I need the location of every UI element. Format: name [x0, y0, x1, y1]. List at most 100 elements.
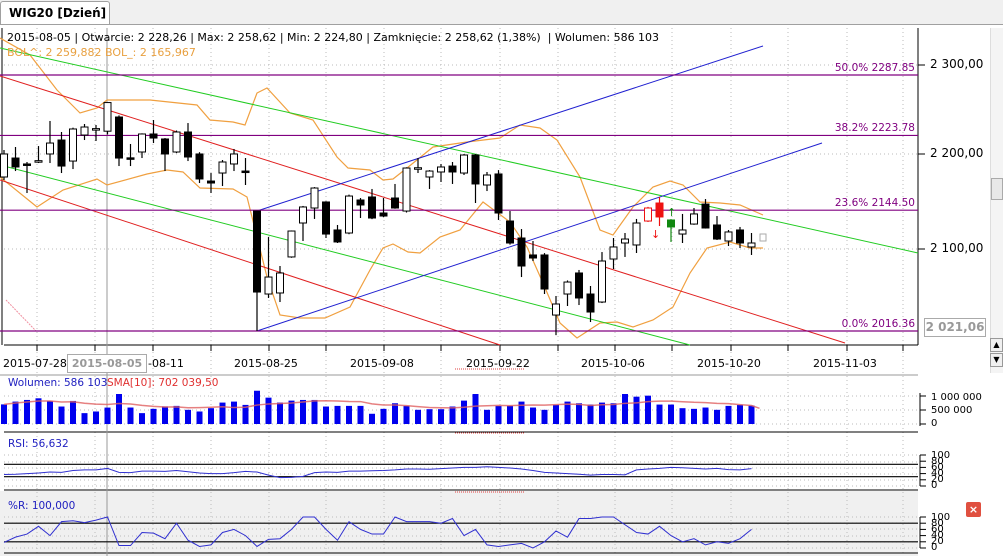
- volume-bar: [254, 390, 260, 424]
- candle-body: [92, 128, 100, 131]
- candle-body: [494, 173, 503, 214]
- bol-upper-value: BOL^: 2 259,882: [7, 46, 102, 59]
- volume-bar: [622, 394, 628, 424]
- candle-body: [23, 163, 31, 166]
- volume-bar: [380, 408, 387, 424]
- price-label: 2 200,00: [930, 146, 984, 160]
- volume-bar: [70, 400, 76, 424]
- vertical-scrollbar[interactable]: [990, 28, 1003, 373]
- scroll-down-button[interactable]: ▼: [990, 353, 1003, 367]
- volume-bar: [668, 404, 674, 424]
- candle-body: [483, 174, 491, 186]
- volume-bar: [438, 409, 444, 424]
- candle-body: [184, 131, 192, 158]
- candle-body: [506, 220, 514, 244]
- candle-body: [241, 170, 250, 174]
- candle-body: [368, 196, 376, 219]
- candle-body: [448, 165, 457, 173]
- volume-bar: [127, 407, 134, 424]
- candle-body: [575, 272, 583, 299]
- volume-bar: [24, 399, 30, 424]
- volume-label: Wolumen: 586 103: [8, 377, 108, 389]
- fibonacci-label: 50.0% 2287.85: [834, 62, 915, 74]
- volume-bar: [748, 405, 755, 424]
- candle: [460, 154, 468, 176]
- cursor-date-label: 2015-08-05: [67, 354, 147, 373]
- candle: [172, 130, 181, 154]
- volume-bar: [334, 405, 341, 424]
- candle-body: [437, 166, 445, 173]
- candle-body: [207, 180, 215, 184]
- cursor-price-label: 2 021,06: [924, 318, 986, 337]
- volume-bar: [196, 411, 203, 424]
- volume-bar: [369, 413, 375, 424]
- date-label: 2015-11-03: [813, 357, 877, 370]
- candle-body: [138, 133, 146, 153]
- volume-axis-label: 1 000 000: [931, 392, 982, 403]
- volume-bar: [725, 405, 732, 424]
- candle-body: [701, 203, 710, 229]
- volume-bar: [58, 406, 65, 424]
- volume-bar: [426, 409, 433, 424]
- info-open: Otwarcie: 2 228,26: [81, 31, 187, 44]
- candle-body: [0, 153, 8, 178]
- candle: [322, 201, 330, 238]
- volume-bar: [472, 394, 479, 424]
- williams-r-label: %R: 100,000: [8, 500, 76, 512]
- close-panel-icon[interactable]: ×: [966, 502, 981, 517]
- volume-bar: [173, 405, 180, 424]
- candle: [287, 230, 296, 258]
- candle-body: [264, 276, 273, 295]
- volume-axis-label: 500 000: [931, 405, 973, 416]
- volume-bar: [576, 403, 582, 424]
- candle-body: [126, 157, 135, 160]
- scroll-up-button[interactable]: ▲: [990, 338, 1003, 352]
- candle-body: [690, 213, 698, 225]
- candle-body: [230, 153, 238, 165]
- candle-body: [161, 138, 169, 155]
- candle-body: [632, 222, 641, 246]
- candle-body: [299, 206, 307, 224]
- candle: [0, 150, 8, 181]
- candle-body: [540, 254, 549, 290]
- volume-bar: [162, 406, 168, 424]
- candle-body: [529, 254, 537, 259]
- candle-body: [598, 260, 606, 303]
- candle: [540, 253, 549, 295]
- candle-body: [609, 246, 618, 260]
- volume-bar: [150, 408, 157, 424]
- candle-body: [471, 154, 480, 185]
- volume-bar: [599, 402, 605, 424]
- candle-body: [586, 293, 595, 313]
- volume-bar: [392, 403, 398, 424]
- candle: [103, 102, 112, 135]
- scrollbar-thumb[interactable]: [991, 178, 1003, 200]
- candle: [402, 167, 411, 213]
- chart-canvas[interactable]: ↓ ↑: [0, 0, 990, 556]
- volume-bar: [415, 409, 421, 424]
- candle-body: [253, 210, 261, 293]
- volume-bar: [139, 413, 145, 424]
- candle-body: [11, 157, 20, 168]
- candle-body: [57, 139, 66, 167]
- volume-bar: [553, 404, 559, 424]
- candle: [644, 206, 652, 222]
- price-label: 2 100,00: [930, 241, 984, 255]
- volume-bar: [737, 404, 743, 424]
- candle-body: [333, 229, 342, 243]
- candle-body: [149, 133, 158, 139]
- candle-body: [287, 230, 296, 258]
- candle-body: [517, 237, 526, 267]
- volume-bar: [323, 406, 329, 424]
- volume-bar: [449, 406, 456, 424]
- candle-body: [713, 224, 721, 240]
- info-close: Zamknięcie: 2 258,62 (1,38%): [373, 31, 541, 44]
- date-label: 2015-08-25: [234, 357, 298, 370]
- info-max: Max: 2 258,62: [197, 31, 277, 44]
- fibonacci-label: 23.6% 2144.50: [834, 197, 915, 210]
- candle-body: [391, 197, 399, 209]
- candle-body: [345, 195, 353, 234]
- candle-body: [218, 161, 227, 174]
- rsi-label: RSI: 56,632: [8, 438, 69, 450]
- fibonacci-label: 0.0% 2016.36: [841, 318, 915, 330]
